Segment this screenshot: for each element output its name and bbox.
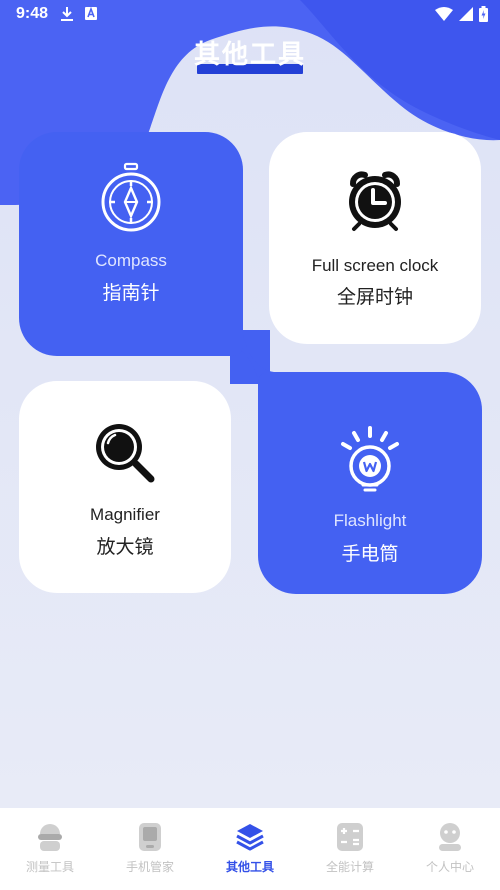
nav-item-measure-tools[interactable]: 测量工具: [0, 808, 100, 890]
magnifier-label-en: Magnifier: [90, 505, 160, 524]
compass-card[interactable]: Compass 指南针: [19, 132, 243, 356]
a-letter-notification-icon: [85, 6, 97, 20]
compass-label-zh: 指南针: [102, 282, 160, 304]
nav-item-phone-manager[interactable]: 手机管家: [100, 808, 200, 890]
bottom-nav: 测量工具 手机管家 其他工具 全能计算 个人中心: [0, 808, 500, 890]
wifi-icon: [435, 7, 453, 21]
profile-icon: [439, 823, 461, 851]
nav-item-other-tools[interactable]: 其他工具: [200, 808, 300, 890]
nav-item-personal-center[interactable]: 个人中心: [400, 808, 500, 890]
lightbulb-icon: [341, 426, 399, 492]
flashlight-label-en: Flashlight: [333, 511, 407, 530]
status-time: 9:48: [16, 5, 49, 22]
battery-charging-icon: [479, 6, 488, 22]
signal-icon: [459, 7, 473, 21]
full-screen-clock-card[interactable]: Full screen clock 全屏时钟: [269, 132, 481, 344]
magnifier-icon: [96, 424, 155, 483]
nav-label-phone-manager: 手机管家: [125, 860, 174, 874]
flashlight-label-zh: 手电筒: [341, 543, 399, 565]
compass-label-en: Compass: [95, 251, 167, 270]
magnifier-card[interactable]: Magnifier 放大镜: [19, 381, 231, 593]
alarm-clock-icon: [349, 171, 401, 231]
calculator-icon: [337, 823, 363, 851]
compass-icon: [101, 162, 161, 232]
phone-manager-icon: [139, 823, 161, 851]
nav-label-personal-center: 个人中心: [425, 860, 474, 874]
download-icon: [61, 7, 73, 21]
page-title: 其他工具: [193, 40, 306, 70]
flashlight-card[interactable]: Flashlight 手电筒: [258, 372, 482, 594]
nav-label-all-calculator: 全能计算: [325, 860, 374, 874]
nav-item-all-calculator[interactable]: 全能计算: [300, 808, 400, 890]
screen: 9:48 其他工具 Compass 指南针 Full screen clock …: [0, 0, 500, 890]
nav-label-measure-tools: 测量工具: [25, 860, 74, 874]
clock-label-en: Full screen clock: [311, 256, 439, 275]
status-left-icons: [60, 6, 98, 22]
nav-label-other-tools: 其他工具: [225, 860, 274, 874]
layers-icon: [236, 824, 264, 851]
status-bar: 9:48: [0, 0, 500, 30]
clock-label-zh: 全屏时钟: [336, 286, 413, 308]
measure-robot-icon: [38, 824, 62, 851]
magnifier-label-zh: 放大镜: [96, 536, 154, 558]
status-right-icons: [435, 6, 488, 22]
